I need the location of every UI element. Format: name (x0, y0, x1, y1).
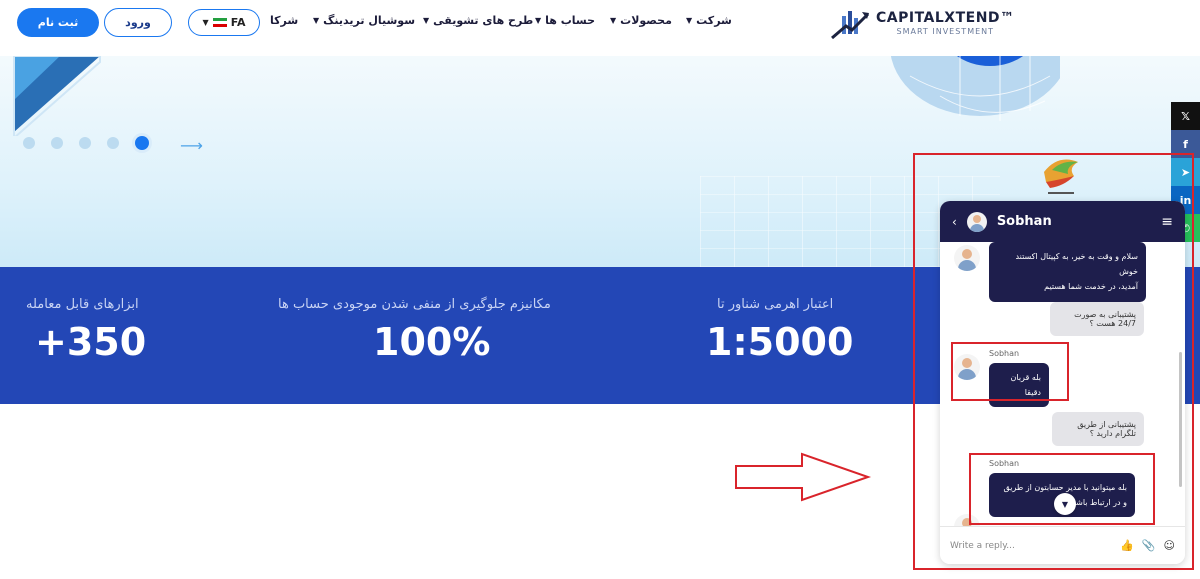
nav-label: سوشیال تریدینگ (323, 14, 416, 27)
slider-dot[interactable] (23, 137, 35, 149)
hero-globe-graphic (890, 56, 1060, 121)
chevron-down-icon: ▼ (686, 16, 693, 25)
chevron-down-icon: ▼ (535, 16, 542, 25)
chevron-down-icon: ▼ (423, 16, 430, 25)
login-button[interactable]: ورود (104, 8, 172, 37)
nav-accounts[interactable]: ▼ حساب ها (535, 14, 595, 27)
stat-value-instruments: +350 (35, 320, 147, 364)
nav-label: حساب ها (545, 14, 596, 27)
nav-label: طرح های تشویقی (433, 14, 534, 27)
nav-label: محصولات (620, 14, 672, 27)
hero-decoration-left (13, 56, 101, 136)
logo-name: CAPITALXTEND™ (876, 10, 1015, 26)
nav-company[interactable]: ▼ شرکت (686, 14, 732, 27)
x-icon[interactable]: 𝕏 (1171, 102, 1200, 130)
language-selector[interactable]: ▼ FA (188, 9, 260, 36)
nav-social-trading[interactable]: ▼ سوشیال تریدینگ (313, 14, 415, 27)
iran-flag-icon (212, 17, 227, 28)
slider-dot[interactable] (51, 137, 63, 149)
slider-dot[interactable] (79, 137, 91, 149)
nav-partners[interactable]: شرکا (270, 14, 298, 27)
register-button[interactable]: ثبت نام (17, 8, 99, 37)
logo-chart-icon (830, 6, 870, 40)
slider-dots (23, 136, 149, 150)
chevron-down-icon: ▼ (313, 16, 320, 25)
language-label: FA (230, 16, 246, 29)
nav-products[interactable]: ▼ محصولات (610, 14, 672, 27)
nav-label: شرکا (270, 14, 299, 27)
site-header: ثبت نام ورود ▼ FA شرکا ▼ سوشیال تریدینگ ▼… (0, 0, 1200, 56)
stat-value-negative-balance: 100% (373, 320, 491, 364)
nav-label: شرکت (696, 14, 732, 27)
chevron-down-icon: ▼ (202, 18, 209, 27)
site-logo[interactable]: CAPITALXTEND™ SMART INVESTMENT (830, 5, 1015, 41)
logo-tagline: SMART INVESTMENT (896, 27, 995, 36)
slider-dot-active[interactable] (135, 136, 149, 150)
chevron-down-icon: ▼ (610, 16, 617, 25)
annotation-box-reply-2 (969, 453, 1155, 525)
slider-dot[interactable] (107, 137, 119, 149)
nav-promotions[interactable]: ▼ طرح های تشویقی (423, 14, 533, 27)
annotation-box-reply-1 (951, 342, 1069, 401)
stat-label-leverage: اعتبار اهرمی شناور تا (717, 297, 834, 312)
slider-next-arrow-icon[interactable]: ⟶ (180, 136, 203, 155)
stat-label-negative-balance: مکانیزم جلوگیری از منفی شدن موجودی حساب … (278, 297, 551, 312)
stat-label-instruments: ابزارهای قابل معامله (26, 297, 139, 312)
stat-value-leverage: 1:5000 (706, 320, 854, 364)
annotation-arrow-icon (735, 452, 872, 502)
